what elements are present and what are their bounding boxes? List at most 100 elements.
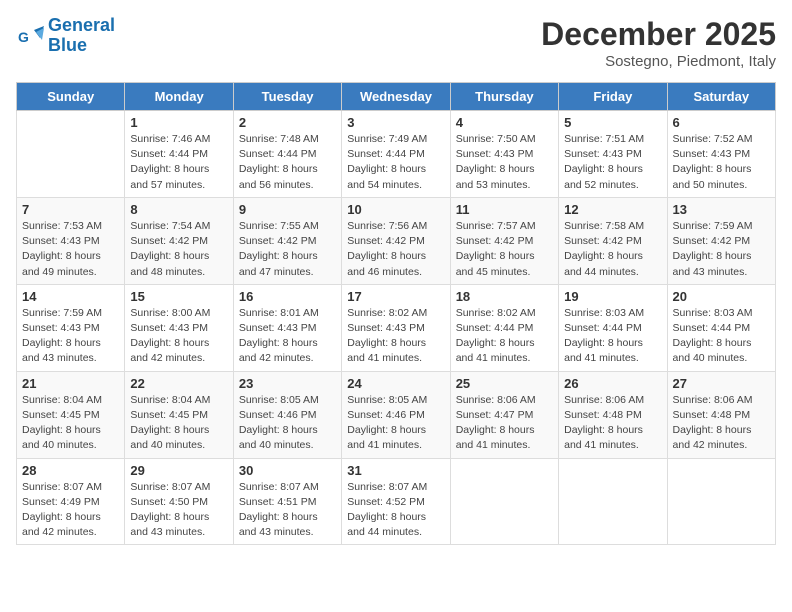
calendar-header: SundayMondayTuesdayWednesdayThursdayFrid… bbox=[17, 83, 776, 111]
day-info: Sunrise: 8:07 AM Sunset: 4:49 PM Dayligh… bbox=[22, 480, 119, 541]
day-number: 12 bbox=[564, 202, 661, 217]
day-number: 19 bbox=[564, 289, 661, 304]
day-info: Sunrise: 7:55 AM Sunset: 4:42 PM Dayligh… bbox=[239, 219, 336, 280]
day-cell: 22 Sunrise: 8:04 AM Sunset: 4:45 PM Dayli… bbox=[125, 371, 233, 458]
day-number: 21 bbox=[22, 376, 119, 391]
day-cell: 1 Sunrise: 7:46 AM Sunset: 4:44 PM Daylig… bbox=[125, 111, 233, 198]
day-info: Sunrise: 8:02 AM Sunset: 4:43 PM Dayligh… bbox=[347, 306, 444, 367]
day-cell: 6 Sunrise: 7:52 AM Sunset: 4:43 PM Daylig… bbox=[667, 111, 775, 198]
day-info: Sunrise: 8:02 AM Sunset: 4:44 PM Dayligh… bbox=[456, 306, 553, 367]
day-cell: 3 Sunrise: 7:49 AM Sunset: 4:44 PM Daylig… bbox=[342, 111, 450, 198]
day-info: Sunrise: 8:05 AM Sunset: 4:46 PM Dayligh… bbox=[239, 393, 336, 454]
calendar-table: SundayMondayTuesdayWednesdayThursdayFrid… bbox=[16, 82, 776, 545]
day-info: Sunrise: 7:59 AM Sunset: 4:42 PM Dayligh… bbox=[673, 219, 770, 280]
day-number: 20 bbox=[673, 289, 770, 304]
day-info: Sunrise: 8:07 AM Sunset: 4:52 PM Dayligh… bbox=[347, 480, 444, 541]
calendar-body: 1 Sunrise: 7:46 AM Sunset: 4:44 PM Daylig… bbox=[17, 111, 776, 545]
header-cell-tuesday: Tuesday bbox=[233, 83, 341, 111]
day-info: Sunrise: 7:53 AM Sunset: 4:43 PM Dayligh… bbox=[22, 219, 119, 280]
day-number: 29 bbox=[130, 463, 227, 478]
day-info: Sunrise: 8:06 AM Sunset: 4:47 PM Dayligh… bbox=[456, 393, 553, 454]
header-row: SundayMondayTuesdayWednesdayThursdayFrid… bbox=[17, 83, 776, 111]
day-cell: 14 Sunrise: 7:59 AM Sunset: 4:43 PM Dayli… bbox=[17, 284, 125, 371]
day-number: 18 bbox=[456, 289, 553, 304]
day-cell: 31 Sunrise: 8:07 AM Sunset: 4:52 PM Dayli… bbox=[342, 458, 450, 545]
day-info: Sunrise: 7:57 AM Sunset: 4:42 PM Dayligh… bbox=[456, 219, 553, 280]
header-cell-sunday: Sunday bbox=[17, 83, 125, 111]
day-info: Sunrise: 7:46 AM Sunset: 4:44 PM Dayligh… bbox=[130, 132, 227, 193]
day-number: 28 bbox=[22, 463, 119, 478]
day-number: 3 bbox=[347, 115, 444, 130]
day-cell: 10 Sunrise: 7:56 AM Sunset: 4:42 PM Dayli… bbox=[342, 197, 450, 284]
day-number: 5 bbox=[564, 115, 661, 130]
day-number: 16 bbox=[239, 289, 336, 304]
day-number: 4 bbox=[456, 115, 553, 130]
day-info: Sunrise: 7:49 AM Sunset: 4:44 PM Dayligh… bbox=[347, 132, 444, 193]
day-cell: 18 Sunrise: 8:02 AM Sunset: 4:44 PM Dayli… bbox=[450, 284, 558, 371]
day-info: Sunrise: 8:05 AM Sunset: 4:46 PM Dayligh… bbox=[347, 393, 444, 454]
day-number: 25 bbox=[456, 376, 553, 391]
day-info: Sunrise: 7:51 AM Sunset: 4:43 PM Dayligh… bbox=[564, 132, 661, 193]
day-number: 8 bbox=[130, 202, 227, 217]
week-row-1: 1 Sunrise: 7:46 AM Sunset: 4:44 PM Daylig… bbox=[17, 111, 776, 198]
day-number: 7 bbox=[22, 202, 119, 217]
day-number: 10 bbox=[347, 202, 444, 217]
day-info: Sunrise: 8:04 AM Sunset: 4:45 PM Dayligh… bbox=[130, 393, 227, 454]
day-info: Sunrise: 8:00 AM Sunset: 4:43 PM Dayligh… bbox=[130, 306, 227, 367]
day-number: 15 bbox=[130, 289, 227, 304]
day-cell: 29Sunrise: 8:07 AM Sunset: 4:50 PM Dayli… bbox=[125, 458, 233, 545]
day-info: Sunrise: 8:06 AM Sunset: 4:48 PM Dayligh… bbox=[673, 393, 770, 454]
day-info: Sunrise: 7:52 AM Sunset: 4:43 PM Dayligh… bbox=[673, 132, 770, 193]
day-cell: 25 Sunrise: 8:06 AM Sunset: 4:47 PM Dayli… bbox=[450, 371, 558, 458]
day-cell: 16Sunrise: 8:01 AM Sunset: 4:43 PM Dayli… bbox=[233, 284, 341, 371]
day-cell: 27 Sunrise: 8:06 AM Sunset: 4:48 PM Dayli… bbox=[667, 371, 775, 458]
title-block: December 2025 Sostegno, Piedmont, Italy bbox=[541, 16, 776, 70]
page-header: G General Blue December 2025 Sostegno, P… bbox=[16, 16, 776, 70]
day-number: 13 bbox=[673, 202, 770, 217]
day-cell: 2 Sunrise: 7:48 AM Sunset: 4:44 PM Daylig… bbox=[233, 111, 341, 198]
day-number: 22 bbox=[130, 376, 227, 391]
day-cell: 30 Sunrise: 8:07 AM Sunset: 4:51 PM Dayli… bbox=[233, 458, 341, 545]
day-cell: 20 Sunrise: 8:03 AM Sunset: 4:44 PM Dayli… bbox=[667, 284, 775, 371]
location: Sostegno, Piedmont, Italy bbox=[541, 53, 776, 70]
day-number: 6 bbox=[673, 115, 770, 130]
day-number: 2 bbox=[239, 115, 336, 130]
day-info: Sunrise: 7:54 AM Sunset: 4:42 PM Dayligh… bbox=[130, 219, 227, 280]
header-cell-wednesday: Wednesday bbox=[342, 83, 450, 111]
day-info: Sunrise: 7:50 AM Sunset: 4:43 PM Dayligh… bbox=[456, 132, 553, 193]
day-cell: 11 Sunrise: 7:57 AM Sunset: 4:42 PM Dayli… bbox=[450, 197, 558, 284]
day-info: Sunrise: 8:06 AM Sunset: 4:48 PM Dayligh… bbox=[564, 393, 661, 454]
day-cell: 7 Sunrise: 7:53 AM Sunset: 4:43 PM Daylig… bbox=[17, 197, 125, 284]
day-number: 17 bbox=[347, 289, 444, 304]
day-number: 9 bbox=[239, 202, 336, 217]
logo-line1: General bbox=[48, 15, 115, 35]
week-row-5: 28 Sunrise: 8:07 AM Sunset: 4:49 PM Dayli… bbox=[17, 458, 776, 545]
month-title: December 2025 bbox=[541, 16, 776, 53]
day-number: 30 bbox=[239, 463, 336, 478]
day-number: 14 bbox=[22, 289, 119, 304]
day-number: 23 bbox=[239, 376, 336, 391]
day-cell bbox=[667, 458, 775, 545]
day-cell bbox=[17, 111, 125, 198]
day-number: 1 bbox=[130, 115, 227, 130]
day-cell: 9 Sunrise: 7:55 AM Sunset: 4:42 PM Daylig… bbox=[233, 197, 341, 284]
header-cell-friday: Friday bbox=[559, 83, 667, 111]
day-cell: 23 Sunrise: 8:05 AM Sunset: 4:46 PM Dayli… bbox=[233, 371, 341, 458]
day-number: 24 bbox=[347, 376, 444, 391]
day-number: 11 bbox=[456, 202, 553, 217]
day-cell: 13 Sunrise: 7:59 AM Sunset: 4:42 PM Dayli… bbox=[667, 197, 775, 284]
logo: G General Blue bbox=[16, 16, 115, 56]
day-info: Sunrise: 8:03 AM Sunset: 4:44 PM Dayligh… bbox=[673, 306, 770, 367]
day-number: 27 bbox=[673, 376, 770, 391]
day-number: 31 bbox=[347, 463, 444, 478]
day-info: Sunrise: 8:07 AM Sunset: 4:51 PM Dayligh… bbox=[239, 480, 336, 541]
day-cell: 17 Sunrise: 8:02 AM Sunset: 4:43 PM Dayli… bbox=[342, 284, 450, 371]
logo-text: General Blue bbox=[48, 16, 115, 56]
header-cell-thursday: Thursday bbox=[450, 83, 558, 111]
day-cell: 24 Sunrise: 8:05 AM Sunset: 4:46 PM Dayli… bbox=[342, 371, 450, 458]
day-info: Sunrise: 7:56 AM Sunset: 4:42 PM Dayligh… bbox=[347, 219, 444, 280]
header-cell-saturday: Saturday bbox=[667, 83, 775, 111]
day-info: Sunrise: 7:48 AM Sunset: 4:44 PM Dayligh… bbox=[239, 132, 336, 193]
day-info: Sunrise: 8:04 AM Sunset: 4:45 PM Dayligh… bbox=[22, 393, 119, 454]
day-info: Sunrise: 7:59 AM Sunset: 4:43 PM Dayligh… bbox=[22, 306, 119, 367]
